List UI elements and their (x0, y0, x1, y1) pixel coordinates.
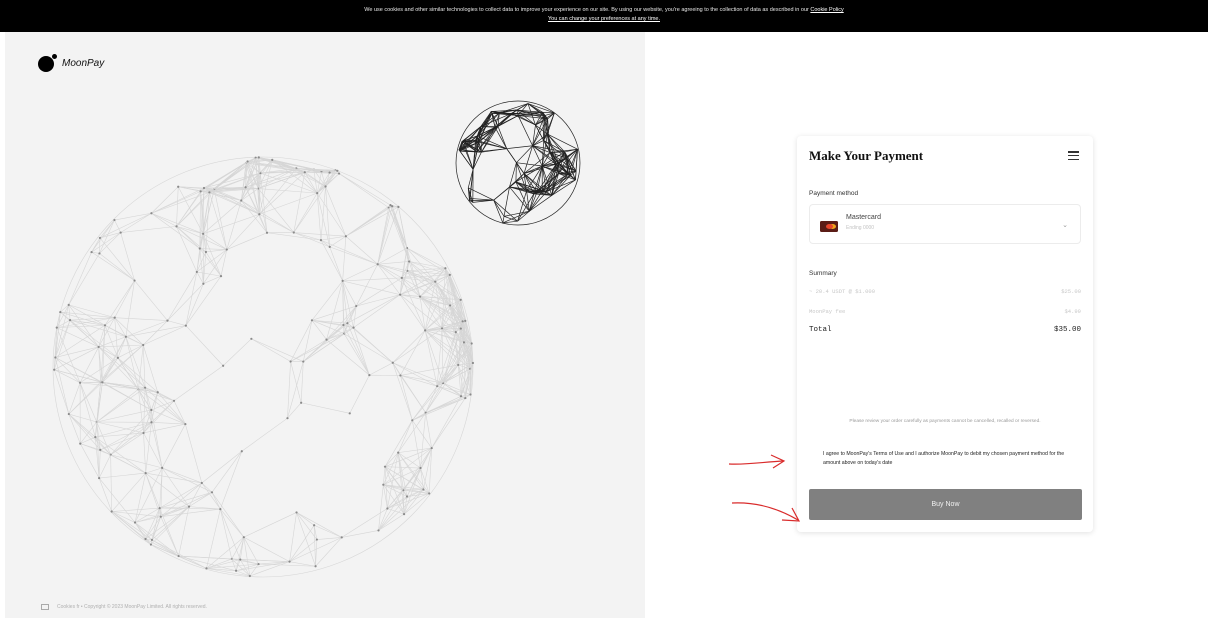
moonpay-logo-icon (38, 54, 57, 72)
payment-method-detail: Ending 0000 (846, 225, 875, 231)
payment-method-name: Mastercard (846, 214, 882, 221)
summary-row-total: Total $35.00 (809, 326, 1081, 334)
red-arrow-annotation (728, 454, 786, 469)
summary-row-label: MoonPay fee (809, 308, 846, 315)
summary-label: Summary (809, 270, 837, 277)
summary-row-value: $25.00 (1061, 288, 1081, 295)
chevron-down-icon: ⌄ (1062, 222, 1068, 229)
cookie-policy-link[interactable]: Cookie Policy (810, 7, 843, 13)
summary-row-fee: MoonPay fee $4.99 (809, 308, 1081, 315)
summary-row-label: ~ 20.4 USDT @ $1.000 (809, 288, 876, 295)
cookie-banner-text: We use cookies and other similar technol… (364, 7, 809, 13)
summary-row-value: $4.99 (1064, 308, 1081, 315)
brand-name: MoonPay (62, 57, 105, 69)
payment-method-select[interactable]: Mastercard Ending 0000 ⌄ (809, 204, 1081, 244)
footer-text: Cookies fr • Copyright © 2023 MoonPay Li… (57, 604, 207, 610)
small-globe-illustration (455, 100, 581, 226)
menu-icon[interactable] (1068, 151, 1079, 161)
large-globe-illustration (52, 156, 475, 578)
payment-method-label: Payment method (809, 190, 859, 197)
payment-card: Make Your Payment Payment method Masterc… (797, 136, 1093, 532)
page-title: Make Your Payment (809, 148, 924, 163)
cookie-banner: We use cookies and other similar technol… (0, 0, 1208, 32)
red-arrow-annotation (731, 502, 801, 522)
summary-row-quote: ~ 20.4 USDT @ $1.000 $25.00 (809, 288, 1081, 295)
cookie-preferences-link[interactable]: You can change your preferences at any t… (548, 16, 660, 22)
brand-logo[interactable]: MoonPay (38, 54, 104, 72)
total-value: $35.00 (1053, 326, 1081, 334)
mastercard-icon (820, 221, 838, 232)
language-icon[interactable] (41, 604, 49, 610)
total-label: Total (809, 326, 832, 334)
review-note: Please review your order carefully as pa… (849, 419, 1041, 424)
footer: Cookies fr • Copyright © 2023 MoonPay Li… (41, 604, 207, 610)
left-panel: MoonPay Cookies fr • Copyright © 2023 Mo… (5, 32, 645, 618)
buy-now-button[interactable]: Buy Now (809, 489, 1082, 520)
terms-agreement-text: I agree to MoonPay's Terms of Use and I … (823, 451, 1065, 466)
